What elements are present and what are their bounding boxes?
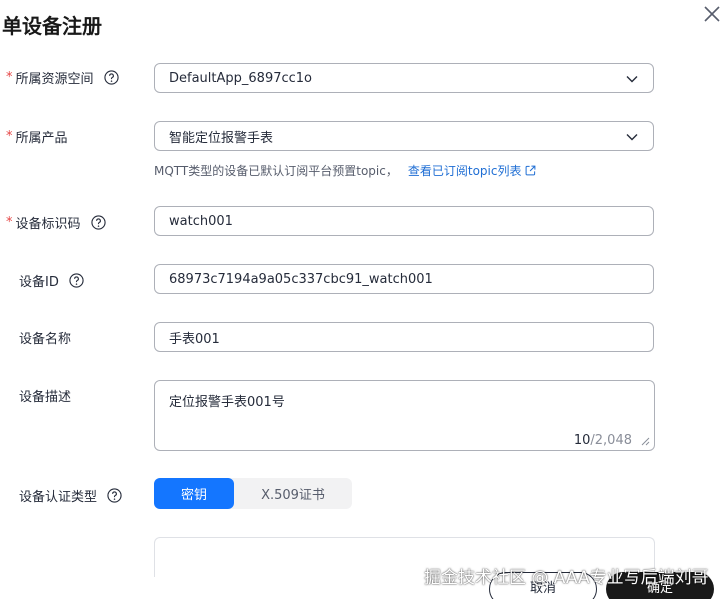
node-id-input[interactable]: watch001 xyxy=(154,206,654,236)
char-counter: 10/2,048 xyxy=(574,433,632,448)
description-value: 定位报警手表001号 xyxy=(169,395,285,410)
required-asterisk: * xyxy=(6,129,13,144)
node-id-value: watch001 xyxy=(169,213,233,229)
topic-hint-text: MQTT类型的设备已默认订阅平台预置topic， xyxy=(154,164,398,178)
auth-type-label: 设备认证类型 xyxy=(19,490,98,505)
topic-hint: MQTT类型的设备已默认订阅平台预置topic， 查看已订阅topic列表 xyxy=(154,162,536,179)
auth-type-toggle: 密钥 X.509证书 xyxy=(154,478,352,509)
resize-handle-icon[interactable] xyxy=(641,437,650,446)
chevron-down-icon xyxy=(626,134,638,141)
product-label: 所属产品 xyxy=(15,131,68,146)
device-id-input[interactable]: 68973c7194a9a05c337cbc91_watch001 xyxy=(154,264,654,294)
node-id-label: 设备标识码 xyxy=(15,217,81,232)
resource-space-select[interactable]: DefaultApp_6897cc1o xyxy=(154,63,654,93)
device-name-input[interactable]: 手表001 xyxy=(154,322,654,352)
required-asterisk: * xyxy=(6,215,13,230)
chevron-down-icon xyxy=(626,76,638,83)
help-icon[interactable] xyxy=(107,488,122,503)
view-topics-link[interactable]: 查看已订阅topic列表 xyxy=(408,164,537,178)
cancel-button[interactable]: 取消 xyxy=(489,572,597,599)
auth-type-label-row: 设备认证类型 xyxy=(19,486,122,505)
description-textarea[interactable]: 定位报警手表001号 10/2,048 xyxy=(154,380,655,451)
char-count: 10 xyxy=(573,433,591,448)
help-icon[interactable] xyxy=(103,70,119,85)
confirm-button-label: 确定 xyxy=(646,580,673,596)
cancel-button-label: 取消 xyxy=(529,580,556,596)
node-id-label-row: * 设备标识码 xyxy=(6,213,106,232)
close-icon[interactable] xyxy=(702,4,722,24)
device-name-label-row: 设备名称 xyxy=(19,328,71,347)
auth-option-x509[interactable]: X.509证书 xyxy=(234,478,352,509)
product-value: 智能定位报警手表 xyxy=(169,130,274,146)
resource-space-value: DefaultApp_6897cc1o xyxy=(169,70,312,86)
device-name-label: 设备名称 xyxy=(19,332,72,347)
product-select[interactable]: 智能定位报警手表 xyxy=(154,121,654,151)
auth-option-secret[interactable]: 密钥 xyxy=(154,478,234,509)
required-asterisk: * xyxy=(6,70,13,85)
dialog-title: 单设备注册 xyxy=(2,14,102,38)
help-icon[interactable] xyxy=(90,215,106,230)
register-device-dialog: 单设备注册 * 所属资源空间 DefaultApp_6897cc1o * 所属产… xyxy=(0,0,722,599)
resource-space-label: 所属资源空间 xyxy=(15,72,94,87)
description-label-row: 设备描述 xyxy=(19,386,71,405)
description-label: 设备描述 xyxy=(19,390,72,405)
external-link-icon xyxy=(526,165,536,176)
device-id-value: 68973c7194a9a05c337cbc91_watch001 xyxy=(169,271,433,287)
device-id-label-row: 设备ID xyxy=(19,271,84,290)
secret-input-partial[interactable] xyxy=(154,537,655,577)
help-icon[interactable] xyxy=(69,273,84,288)
resource-space-label-row: * 所属资源空间 xyxy=(6,68,119,87)
device-name-value: 手表001 xyxy=(169,331,220,347)
view-topics-link-text: 查看已订阅topic列表 xyxy=(407,164,522,178)
device-id-label: 设备ID xyxy=(19,275,59,290)
product-label-row: * 所属产品 xyxy=(6,127,68,146)
confirm-button[interactable]: 确定 xyxy=(606,572,714,599)
char-max: /2,048 xyxy=(590,433,632,448)
